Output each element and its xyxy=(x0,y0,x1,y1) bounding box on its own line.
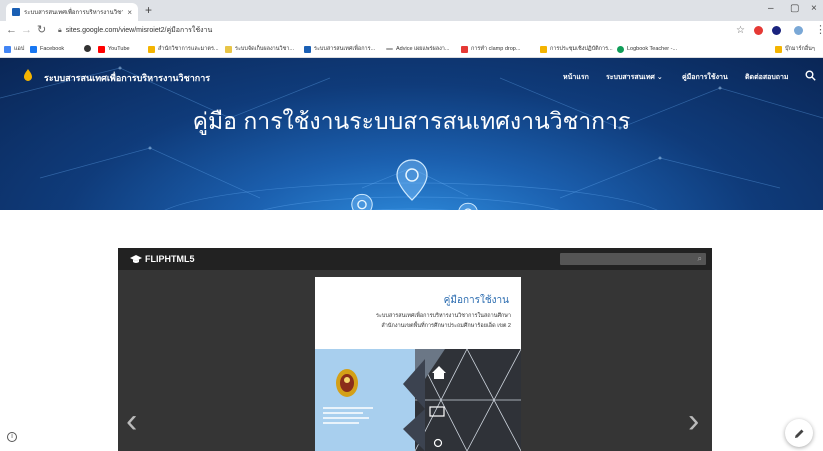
bookmark-workshop[interactable]: การประชุมเชิงปฏิบัติการ... xyxy=(540,45,613,53)
lock-icon: 🔒︎ xyxy=(58,27,62,34)
nav-contact[interactable]: ติดต่อสอบถาม xyxy=(745,72,789,83)
folder-icon xyxy=(775,45,782,53)
youtube-icon xyxy=(98,45,105,53)
bookmark-archive[interactable]: ระบบจัดเก็บผลงานวิชา... xyxy=(225,45,294,53)
bookmark-info-system[interactable]: ระบบสารสนเทศเพื่อการ... xyxy=(304,45,375,53)
book-subtitle-line2: สำนักงานเขตพื้นที่การศึกษาประถมศึกษาร้อย… xyxy=(381,323,511,329)
apps-grid-icon xyxy=(4,45,11,53)
browser-tab[interactable]: ระบบสารสนเทศเพื่อการบริหารงานวิชาการ × xyxy=(6,3,138,21)
bookmark-youtube[interactable]: YouTube xyxy=(98,45,130,53)
flipbook-search-input[interactable]: ⌕ xyxy=(560,253,706,265)
bookmark-globe[interactable] xyxy=(84,45,94,52)
cover-graphic xyxy=(315,349,521,451)
bookmarks-bar: แอป Facebook YouTube สำนักวิชาการและมาตร… xyxy=(0,41,823,58)
new-tab-button[interactable]: + xyxy=(145,3,152,17)
search-icon: ⌕ xyxy=(697,254,702,263)
flipbook-prev-button[interactable]: ‹ xyxy=(126,404,137,438)
bookmark-apps[interactable]: แอป xyxy=(4,45,24,53)
nav-home[interactable]: หน้าแรก xyxy=(563,72,589,83)
close-window-button[interactable]: × xyxy=(811,3,817,15)
minimize-button[interactable]: – xyxy=(768,3,774,15)
menu-kebab-icon[interactable]: ⋮ xyxy=(815,24,823,37)
youtube-icon xyxy=(461,45,468,53)
bookmark-other[interactable]: บุ๊กมาร์กอื่นๆ xyxy=(775,45,815,53)
tab-strip: ระบบสารสนเทศเพื่อการบริหารงานวิชาการ × +… xyxy=(0,0,823,21)
profile-avatar[interactable] xyxy=(794,26,803,35)
graduation-cap-icon xyxy=(130,254,142,263)
logbook-icon xyxy=(617,45,624,53)
extension-icon[interactable] xyxy=(772,26,781,35)
book-subtitle-line1: ระบบสารสนเทศเพื่อการบริหารงานวิชาการในสถ… xyxy=(375,313,511,319)
search-icon[interactable] xyxy=(805,70,816,81)
map-pin-right-icon xyxy=(458,202,478,210)
map-pin-left-icon xyxy=(351,193,373,210)
site-hero: ระบบสารสนเทศเพื่อการบริหารงานวิชาการ หน้… xyxy=(0,58,823,210)
flipbook-next-button[interactable]: › xyxy=(688,404,699,438)
nav-user-manual[interactable]: คู่มือการใช้งาน xyxy=(682,72,728,83)
dash-icon xyxy=(386,48,393,50)
fliphtml5-logo[interactable]: FLIPHTML5 xyxy=(130,254,195,264)
page-title: คู่มือ การใช้งานระบบสารสนเทศงานวิชาการ xyxy=(192,108,631,134)
doc-icon xyxy=(148,45,155,53)
globe-icon xyxy=(84,45,91,52)
back-arrow-icon[interactable]: ← xyxy=(6,24,17,37)
nav-info-system[interactable]: ระบบสารสนเทศ ⌄ xyxy=(606,72,663,83)
extension-opera-icon[interactable] xyxy=(754,26,763,35)
site-favicon xyxy=(12,8,20,16)
doc-icon xyxy=(540,45,547,53)
embed-toolbar: FLIPHTML5 ⌕ xyxy=(118,248,712,270)
bookmark-facebook[interactable]: Facebook xyxy=(30,45,64,53)
site-name[interactable]: ระบบสารสนเทศเพื่อการบริหารงานวิชาการ xyxy=(44,71,210,85)
address-bar-row: ← → ↻ 🔒︎ sites.google.com/view/misroiet2/… xyxy=(0,21,823,41)
bookmark-academic[interactable]: สำนักวิชาการและมาตร... xyxy=(148,45,219,53)
bookmark-clamp[interactable]: การทำ clamp drop... xyxy=(461,45,520,53)
maximize-button[interactable]: ▢ xyxy=(790,3,799,15)
edit-button[interactable] xyxy=(785,419,813,447)
flipbook-cover[interactable]: คู่มือการใช้งาน ระบบสารสนเทศเพื่อการบริห… xyxy=(315,277,521,451)
info-icon[interactable]: i xyxy=(7,432,17,442)
pencil-icon xyxy=(794,429,803,438)
book-title: คู่มือการใช้งาน xyxy=(443,295,509,306)
site-icon xyxy=(304,45,311,53)
reload-icon[interactable]: ↻ xyxy=(37,24,46,37)
map-pin-large-icon xyxy=(396,159,428,201)
address-bar[interactable]: 🔒︎ sites.google.com/view/misroiet2/คู่มือ… xyxy=(58,24,212,37)
tab-close-button[interactable]: × xyxy=(127,8,132,17)
site-logo-icon[interactable] xyxy=(23,69,33,81)
bookmark-advice[interactable]: Advice เผยแพร่ผลงา... xyxy=(386,45,449,53)
facebook-icon xyxy=(30,45,37,53)
star-icon[interactable]: ☆ xyxy=(736,24,745,37)
forward-arrow-icon[interactable]: → xyxy=(21,24,32,37)
folder-icon xyxy=(225,45,232,53)
tab-title: ระบบสารสนเทศเพื่อการบริหารงานวิชาการ xyxy=(24,10,124,16)
url-text: sites.google.com/view/misroiet2/คู่มือกา… xyxy=(65,27,213,34)
bookmark-logbook[interactable]: Logbook Teacher -... xyxy=(617,45,677,53)
